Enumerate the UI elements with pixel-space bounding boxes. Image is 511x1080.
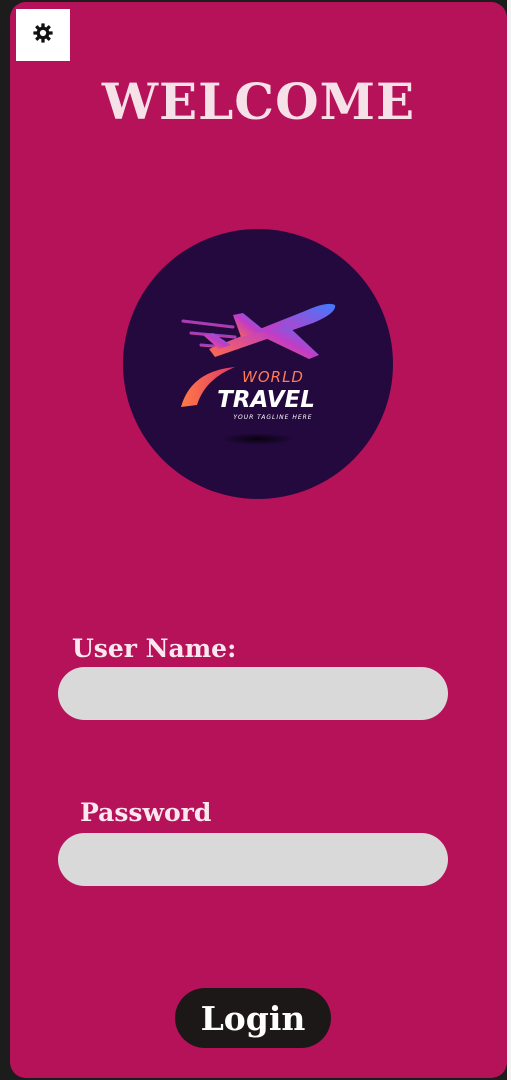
password-label: Password	[80, 798, 212, 827]
logo-word-world: WORLD	[242, 368, 304, 386]
password-input[interactable]	[58, 833, 448, 886]
login-screen: WELCOME WORLD TRAVEL YOUR TAGLINE HERE U…	[10, 2, 507, 1078]
gear-icon	[32, 22, 54, 48]
logo-tagline: YOUR TAGLINE HERE	[233, 414, 312, 421]
login-button[interactable]: Login	[175, 988, 331, 1048]
logo-word-travel: TRAVEL	[217, 387, 315, 413]
page-title: WELCOME	[101, 72, 416, 131]
settings-button[interactable]	[16, 9, 70, 61]
username-label: User Name:	[72, 634, 237, 663]
username-input[interactable]	[58, 667, 448, 720]
screen-edge	[507, 0, 511, 1080]
world-travel-logo: WORLD TRAVEL YOUR TAGLINE HERE	[123, 229, 393, 499]
